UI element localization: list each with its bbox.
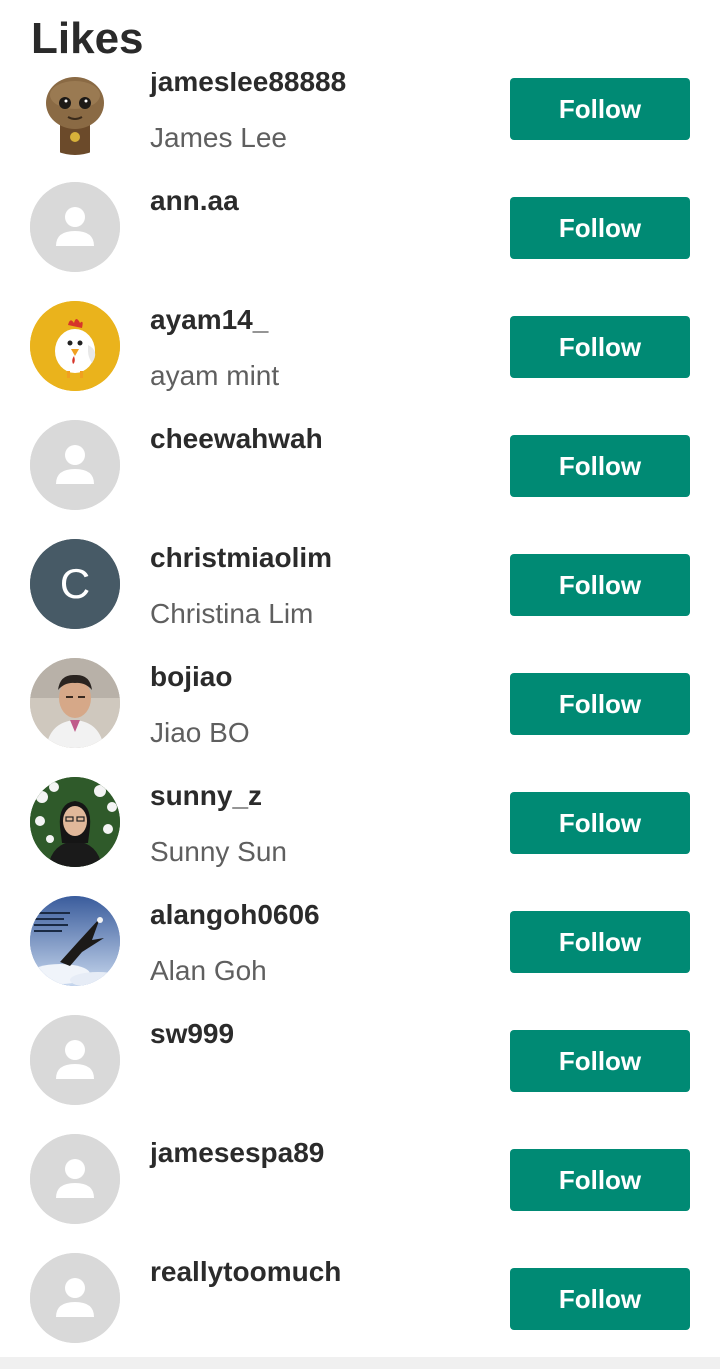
follow-button[interactable]: Follow [510, 78, 690, 140]
follow-button[interactable]: Follow [510, 1149, 690, 1211]
username[interactable]: sunny_z [150, 779, 262, 813]
likes-list: jameslee88888 James Lee Follow ann.aa Fo… [0, 0, 720, 1369]
avatar[interactable] [30, 1134, 120, 1224]
full-name: ayam mint [150, 360, 280, 391]
list-item[interactable]: sunny_z Sunny Sun Follow [0, 773, 720, 892]
follow-button[interactable]: Follow [510, 435, 690, 497]
avatar[interactable] [30, 658, 120, 748]
username[interactable]: ann.aa [150, 184, 239, 218]
header: Likes [0, 0, 720, 72]
list-item[interactable]: ayam14_ ayam mint Follow [0, 297, 720, 416]
letter-avatar: C [30, 539, 120, 629]
username[interactable]: alangoh0606 [150, 898, 320, 932]
avatar[interactable] [30, 301, 120, 391]
groot-figure-photo [30, 65, 120, 155]
list-item[interactable]: bojiao Jiao BO Follow [0, 654, 720, 773]
avatar[interactable] [30, 777, 120, 867]
person-placeholder-icon [30, 420, 120, 510]
list-item[interactable]: ann.aa Follow [0, 178, 720, 297]
person-placeholder-icon [30, 1253, 120, 1343]
full-name: Sunny Sun [150, 836, 287, 867]
follow-button[interactable]: Follow [510, 673, 690, 735]
avatar-letter: C [60, 560, 90, 607]
avatar[interactable]: C [30, 539, 120, 629]
eagle-poster-photo [30, 896, 120, 986]
avatar[interactable] [30, 1015, 120, 1105]
list-item[interactable]: alangoh0606 Alan Goh Follow [0, 892, 720, 1011]
username[interactable]: bojiao [150, 660, 232, 694]
list-item[interactable]: reallytoomuch Follow [0, 1249, 720, 1368]
avatar[interactable] [30, 65, 120, 155]
username[interactable]: sw999 [150, 1017, 234, 1051]
follow-button[interactable]: Follow [510, 554, 690, 616]
full-name: Alan Goh [150, 955, 267, 986]
username[interactable]: ayam14_ [150, 303, 268, 337]
man-portrait-photo [30, 658, 120, 748]
chicken-icon [30, 301, 120, 391]
woman-portrait-photo [30, 777, 120, 867]
list-item[interactable]: jamesespa89 Follow [0, 1130, 720, 1249]
follow-button[interactable]: Follow [510, 792, 690, 854]
list-item[interactable]: sw999 Follow [0, 1011, 720, 1130]
full-name: Jiao BO [150, 717, 250, 748]
bottom-divider [0, 1357, 720, 1369]
follow-button[interactable]: Follow [510, 316, 690, 378]
avatar[interactable] [30, 420, 120, 510]
username[interactable]: christmiaolim [150, 541, 332, 575]
person-placeholder-icon [30, 182, 120, 272]
username[interactable]: reallytoomuch [150, 1255, 341, 1289]
avatar[interactable] [30, 896, 120, 986]
follow-button[interactable]: Follow [510, 197, 690, 259]
follow-button[interactable]: Follow [510, 911, 690, 973]
avatar[interactable] [30, 1253, 120, 1343]
username[interactable]: jamesespa89 [150, 1136, 324, 1170]
full-name: Christina Lim [150, 598, 314, 629]
avatar[interactable] [30, 182, 120, 272]
list-item[interactable]: cheewahwah Follow [0, 416, 720, 535]
list-item[interactable]: jameslee88888 James Lee Follow [0, 59, 720, 178]
username[interactable]: cheewahwah [150, 422, 323, 456]
follow-button[interactable]: Follow [510, 1268, 690, 1330]
list-item[interactable]: C christmiaolim Christina Lim Follow [0, 535, 720, 654]
person-placeholder-icon [30, 1015, 120, 1105]
person-placeholder-icon [30, 1134, 120, 1224]
follow-button[interactable]: Follow [510, 1030, 690, 1092]
full-name: James Lee [150, 122, 287, 153]
page-title: Likes [31, 14, 144, 63]
